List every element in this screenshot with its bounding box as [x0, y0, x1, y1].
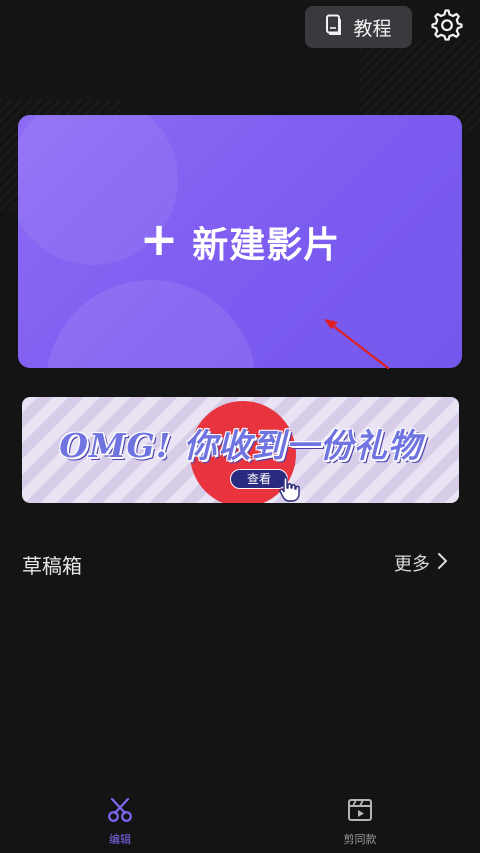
- new-movie-label: 新建影片: [192, 224, 341, 266]
- tutorial-label: 教程: [353, 17, 392, 40]
- gear-icon: [431, 9, 463, 45]
- drafts-title: 草稿箱: [22, 554, 82, 578]
- clapperboard-icon: [346, 797, 374, 827]
- nav-label-templates: 剪同款: [343, 833, 377, 846]
- drafts-more-link[interactable]: 更多: [394, 550, 448, 576]
- nav-item-templates[interactable]: 剪同款: [240, 785, 480, 853]
- chevron-right-icon: [436, 552, 448, 575]
- hand-pointer-icon: [278, 475, 306, 503]
- plus-icon: +: [139, 211, 179, 266]
- scissors-icon: [106, 797, 134, 827]
- settings-button[interactable]: [428, 8, 466, 46]
- gift-headline: OMG! 你收到一份礼物: [59, 426, 422, 465]
- gift-banner[interactable]: OMG! 你收到一份礼物 查看: [22, 397, 459, 503]
- book-icon: [325, 14, 343, 40]
- bottom-nav: 编辑 剪同款: [0, 785, 480, 853]
- nav-label-edit: 编辑: [109, 833, 131, 846]
- more-label: 更多: [394, 554, 430, 575]
- new-movie-card[interactable]: + 新建影片: [18, 115, 462, 368]
- tutorial-button[interactable]: 教程: [305, 6, 412, 48]
- nav-item-edit[interactable]: 编辑: [0, 785, 240, 853]
